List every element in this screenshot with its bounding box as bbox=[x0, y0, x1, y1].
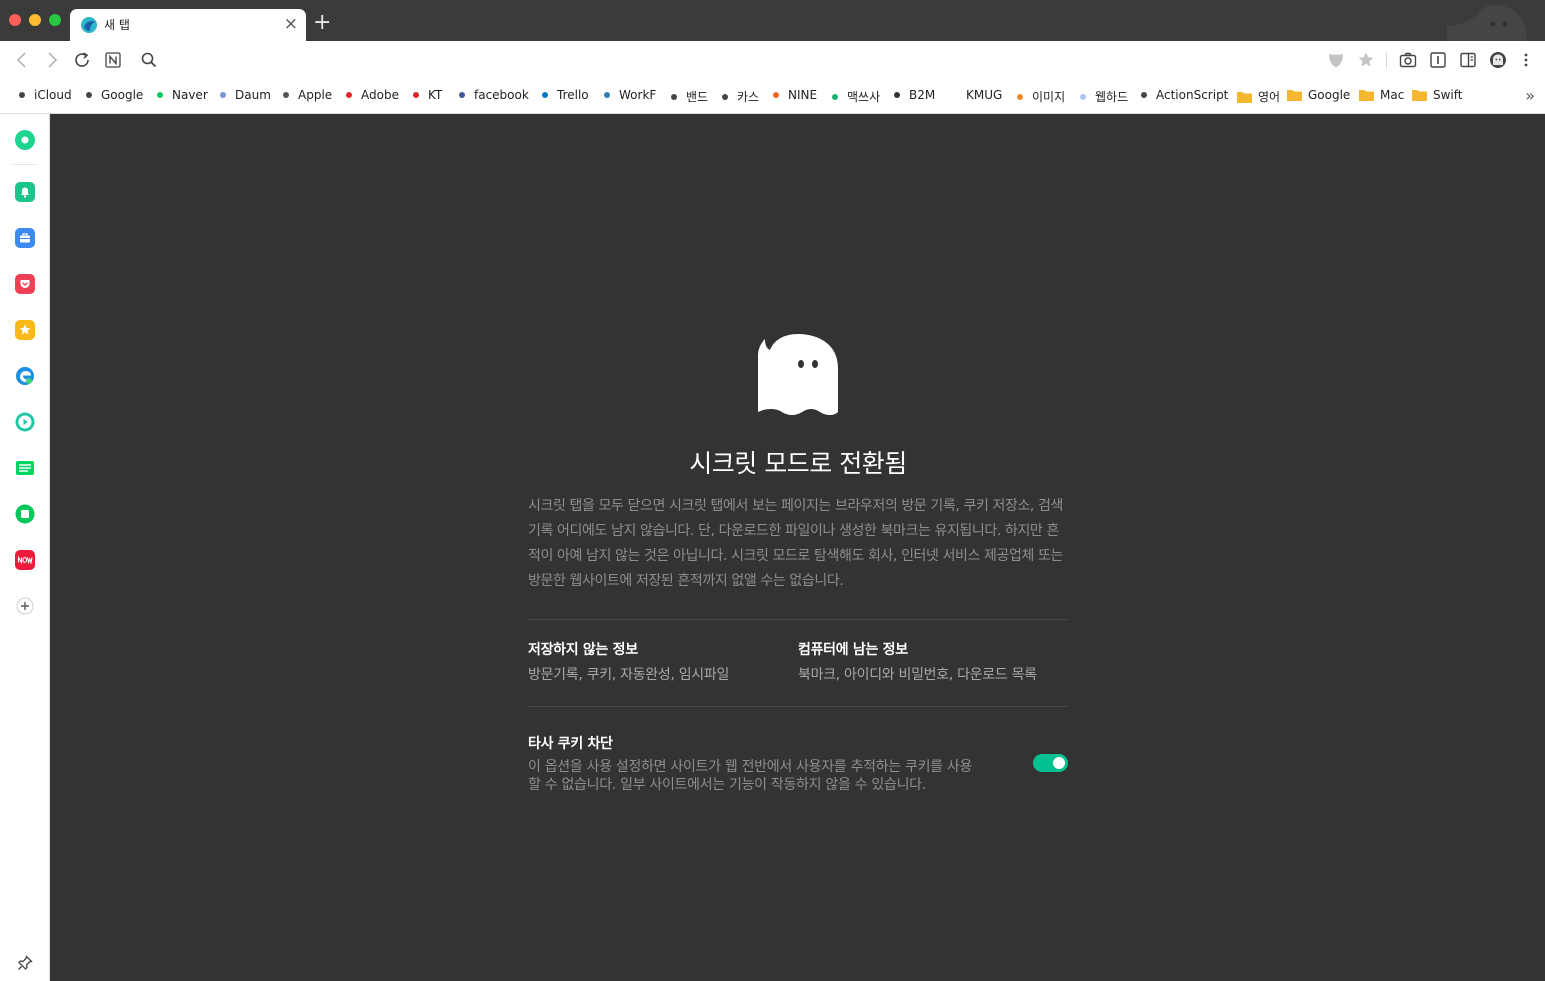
ghost-icon bbox=[758, 334, 838, 415]
bookmark-item[interactable]: WorkF bbox=[604, 88, 656, 102]
folder-icon bbox=[1412, 90, 1427, 101]
sidebar-webtoon-icon[interactable] bbox=[15, 458, 35, 478]
bookmarks-bar: iCloud Google Naver Daum Apple Adobe KT … bbox=[0, 80, 1545, 114]
secret-mode-ghost-icon bbox=[1447, 4, 1527, 41]
shield-icon[interactable] bbox=[1325, 49, 1347, 71]
bookmark-item[interactable]: NINE bbox=[773, 88, 817, 102]
bookmark-favicon-icon bbox=[19, 92, 25, 98]
not-saved-value: 방문기록, 쿠키, 자동완성, 임시파일 bbox=[528, 667, 730, 683]
sidebar bbox=[0, 114, 50, 981]
third-party-cookie-description: 이 옵션을 사용 설정하면 사이트가 웹 전반에서 사용자를 추적하는 쿠키를 … bbox=[528, 759, 973, 793]
bookmark-item[interactable]: 맥쓰사 bbox=[832, 88, 880, 105]
bookmark-item[interactable]: 카스 bbox=[722, 88, 759, 105]
zoom-window-button[interactable] bbox=[49, 14, 61, 26]
page-title: 시크릿 모드로 전환됨 bbox=[689, 449, 907, 478]
bookmark-favicon-icon bbox=[220, 92, 226, 98]
third-party-cookie-toggle[interactable] bbox=[1033, 754, 1068, 772]
bookmark-folder[interactable]: 영어 bbox=[1237, 88, 1280, 105]
more-menu-icon[interactable] bbox=[1515, 49, 1537, 71]
bookmark-item[interactable]: 웹하드 bbox=[1080, 88, 1128, 105]
sidebar-favorites-icon[interactable] bbox=[15, 320, 35, 340]
sidebar-add-icon[interactable] bbox=[15, 596, 35, 616]
bookmark-favicon-icon bbox=[1017, 93, 1023, 100]
bookmark-item[interactable]: 밴드 bbox=[671, 88, 708, 105]
reader-mode-icon[interactable] bbox=[1427, 49, 1449, 71]
bookmark-favicon-icon bbox=[459, 92, 465, 98]
tab-new-tab[interactable]: 새 탭 × bbox=[70, 9, 306, 41]
divider bbox=[528, 619, 1068, 620]
back-icon[interactable] bbox=[11, 49, 33, 71]
toggle-knob bbox=[1053, 757, 1065, 769]
bookmark-item[interactable]: 이미지 bbox=[1017, 88, 1065, 105]
bookmark-favicon-icon bbox=[671, 93, 677, 100]
sidebar-whale-space-icon[interactable] bbox=[15, 130, 35, 150]
bookmark-favicon-icon bbox=[157, 92, 163, 98]
bookmark-item[interactable]: KT bbox=[413, 88, 442, 102]
sidebar-divider bbox=[13, 164, 37, 165]
bookmark-favicon-icon bbox=[283, 92, 289, 98]
bookmark-folder[interactable]: Swift bbox=[1412, 88, 1462, 102]
sidebar-pin-icon[interactable] bbox=[15, 953, 35, 973]
bookmark-item[interactable]: Daum bbox=[220, 88, 271, 102]
bookmark-favicon-icon bbox=[1080, 93, 1086, 100]
navigation-bar bbox=[0, 41, 1545, 80]
bookmark-item[interactable]: KMUG bbox=[966, 88, 1002, 102]
kept-value: 북마크, 아이디와 비밀번호, 다운로드 목록 bbox=[798, 667, 1037, 683]
camera-icon[interactable] bbox=[1397, 49, 1419, 71]
not-saved-heading: 저장하지 않는 정보 bbox=[528, 642, 638, 658]
sidebar-pocket-icon[interactable] bbox=[15, 274, 35, 294]
reload-icon[interactable] bbox=[71, 49, 93, 71]
sidebar-toggle-icon[interactable] bbox=[1457, 49, 1479, 71]
naver-home-icon[interactable] bbox=[102, 49, 124, 71]
title-bar: 새 탭 × + bbox=[0, 0, 1545, 41]
search-icon[interactable] bbox=[138, 49, 160, 71]
bookmark-favicon-icon bbox=[1141, 92, 1147, 98]
sidebar-notification-icon[interactable] bbox=[15, 182, 35, 202]
folder-icon bbox=[1287, 90, 1302, 101]
bookmark-favicon-icon bbox=[894, 92, 900, 98]
sidebar-now-icon[interactable] bbox=[15, 550, 35, 570]
bookmark-folder[interactable]: Google bbox=[1287, 88, 1350, 102]
divider bbox=[528, 706, 1068, 707]
folder-icon bbox=[1359, 90, 1374, 101]
minimize-window-button[interactable] bbox=[29, 14, 41, 26]
whale-favicon-icon bbox=[81, 17, 97, 33]
bookmark-favicon-icon bbox=[832, 93, 838, 100]
profile-avatar-icon[interactable] bbox=[1487, 49, 1509, 71]
bookmark-item[interactable]: ActionScript bbox=[1141, 88, 1228, 102]
bookmark-item[interactable]: iCloud bbox=[19, 88, 72, 102]
bookmark-item[interactable]: Google bbox=[86, 88, 143, 102]
bookmark-folder[interactable]: Mac bbox=[1359, 88, 1404, 102]
bookmark-favicon-icon bbox=[722, 93, 728, 100]
folder-icon bbox=[1237, 91, 1252, 103]
bookmark-favicon-icon bbox=[413, 92, 419, 98]
sidebar-edge-icon[interactable] bbox=[15, 366, 35, 386]
bookmark-favicon-icon bbox=[604, 92, 610, 98]
secret-mode-description: 시크릿 탭을 모두 닫으면 시크릿 탭에서 보는 페이지는 브라우저의 방문 기… bbox=[528, 498, 1063, 589]
bookmark-favicon-icon bbox=[346, 92, 352, 98]
third-party-cookie-heading: 타사 쿠키 차단 bbox=[528, 736, 613, 752]
sidebar-music-icon[interactable] bbox=[15, 412, 35, 432]
bookmark-item[interactable]: B2M bbox=[894, 88, 935, 102]
forward-icon[interactable] bbox=[41, 49, 63, 71]
tab-title: 새 탭 bbox=[104, 18, 130, 32]
bookmarks-overflow-icon[interactable]: » bbox=[1525, 86, 1535, 105]
close-window-button[interactable] bbox=[9, 14, 21, 26]
toolbar-divider bbox=[1386, 52, 1387, 69]
bookmark-favicon-icon bbox=[86, 92, 92, 98]
bookmark-item[interactable]: Apple bbox=[283, 88, 332, 102]
bookmark-star-icon[interactable] bbox=[1355, 49, 1377, 71]
bookmark-favicon-icon bbox=[542, 92, 548, 98]
bookmark-item[interactable]: facebook bbox=[459, 88, 529, 102]
kept-heading: 컴퓨터에 남는 정보 bbox=[798, 642, 908, 658]
bookmark-item[interactable]: Naver bbox=[157, 88, 208, 102]
new-tab-button[interactable]: + bbox=[313, 12, 331, 34]
sidebar-naver-app-icon[interactable] bbox=[15, 504, 35, 524]
sidebar-toolbox-icon[interactable] bbox=[15, 228, 35, 248]
bookmark-item[interactable]: Adobe bbox=[346, 88, 399, 102]
tab-close-icon[interactable]: × bbox=[284, 14, 298, 34]
bookmark-favicon-icon bbox=[773, 92, 779, 98]
secret-mode-page: 시크릿 모드로 전환됨 시크릿 탭을 모두 닫으면 시크릿 탭에서 보는 페이지… bbox=[51, 114, 1545, 981]
bookmark-item[interactable]: Trello bbox=[542, 88, 589, 102]
